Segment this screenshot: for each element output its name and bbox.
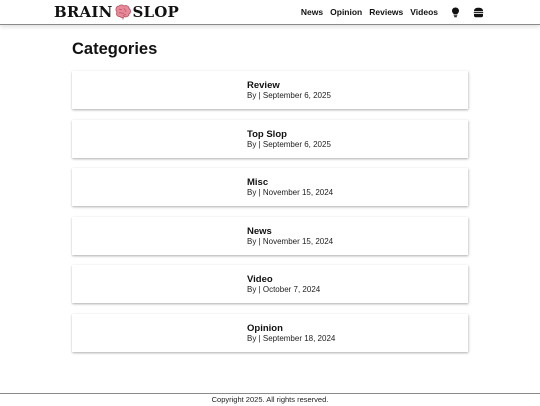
copyright-text: Copyright 2025. All rights reserved. (211, 395, 329, 404)
nav-link-news[interactable]: News (301, 7, 323, 17)
main-nav: News Opinion Reviews Videos (294, 4, 484, 20)
card-title[interactable]: Video (247, 274, 273, 285)
category-card-review[interactable]: Review By | September 6, 2025 (72, 71, 468, 109)
card-thumbnail[interactable] (72, 265, 240, 303)
burger-icon[interactable] (473, 7, 484, 18)
card-title[interactable]: News (247, 226, 272, 237)
card-title[interactable]: Opinion (247, 323, 283, 334)
card-thumbnail[interactable] (72, 217, 240, 255)
card-title[interactable]: Misc (247, 177, 268, 188)
page-title: Categories (72, 40, 158, 58)
card-thumbnail[interactable] (72, 120, 240, 158)
card-meta: By | October 7, 2024 (247, 285, 321, 295)
logo-text-slop: SLOP (132, 3, 180, 21)
card-thumbnail[interactable] (72, 71, 240, 109)
category-list: Review By | September 6, 2025 Top Slop B… (72, 71, 468, 363)
card-title[interactable]: Top Slop (247, 129, 287, 140)
card-thumbnail[interactable] (72, 168, 240, 206)
logo-text-brain: BRAIN (54, 3, 113, 21)
category-card-misc[interactable]: Misc By | November 15, 2024 (72, 168, 468, 207)
card-title[interactable]: Review (247, 80, 280, 91)
category-card-video[interactable]: Video By | October 7, 2024 (72, 265, 468, 304)
brain-icon (114, 4, 132, 20)
category-card-top-slop[interactable]: Top Slop By | September 6, 2025 (72, 119, 468, 158)
card-meta: By | September 6, 2025 (247, 139, 331, 149)
site-header: BRAIN SLOP News Opinion Reviews Videos (0, 0, 540, 25)
category-card-news[interactable]: News By | November 15, 2024 (72, 216, 468, 255)
category-card-opinion[interactable]: Opinion By | September 18, 2024 (72, 313, 468, 352)
site-logo[interactable]: BRAIN SLOP (54, 3, 179, 21)
card-meta: By | November 15, 2024 (247, 188, 334, 198)
lightbulb-icon[interactable] (450, 7, 461, 18)
card-meta: By | September 6, 2025 (247, 91, 331, 100)
site-footer: Copyright 2025. All rights reserved. (0, 393, 540, 406)
nav-link-reviews[interactable]: Reviews (369, 7, 403, 17)
card-thumbnail[interactable] (72, 314, 240, 352)
card-meta: By | November 15, 2024 (247, 236, 334, 246)
nav-link-opinion[interactable]: Opinion (330, 7, 362, 17)
card-meta: By | September 18, 2024 (247, 333, 336, 343)
nav-link-videos[interactable]: Videos (410, 7, 438, 17)
